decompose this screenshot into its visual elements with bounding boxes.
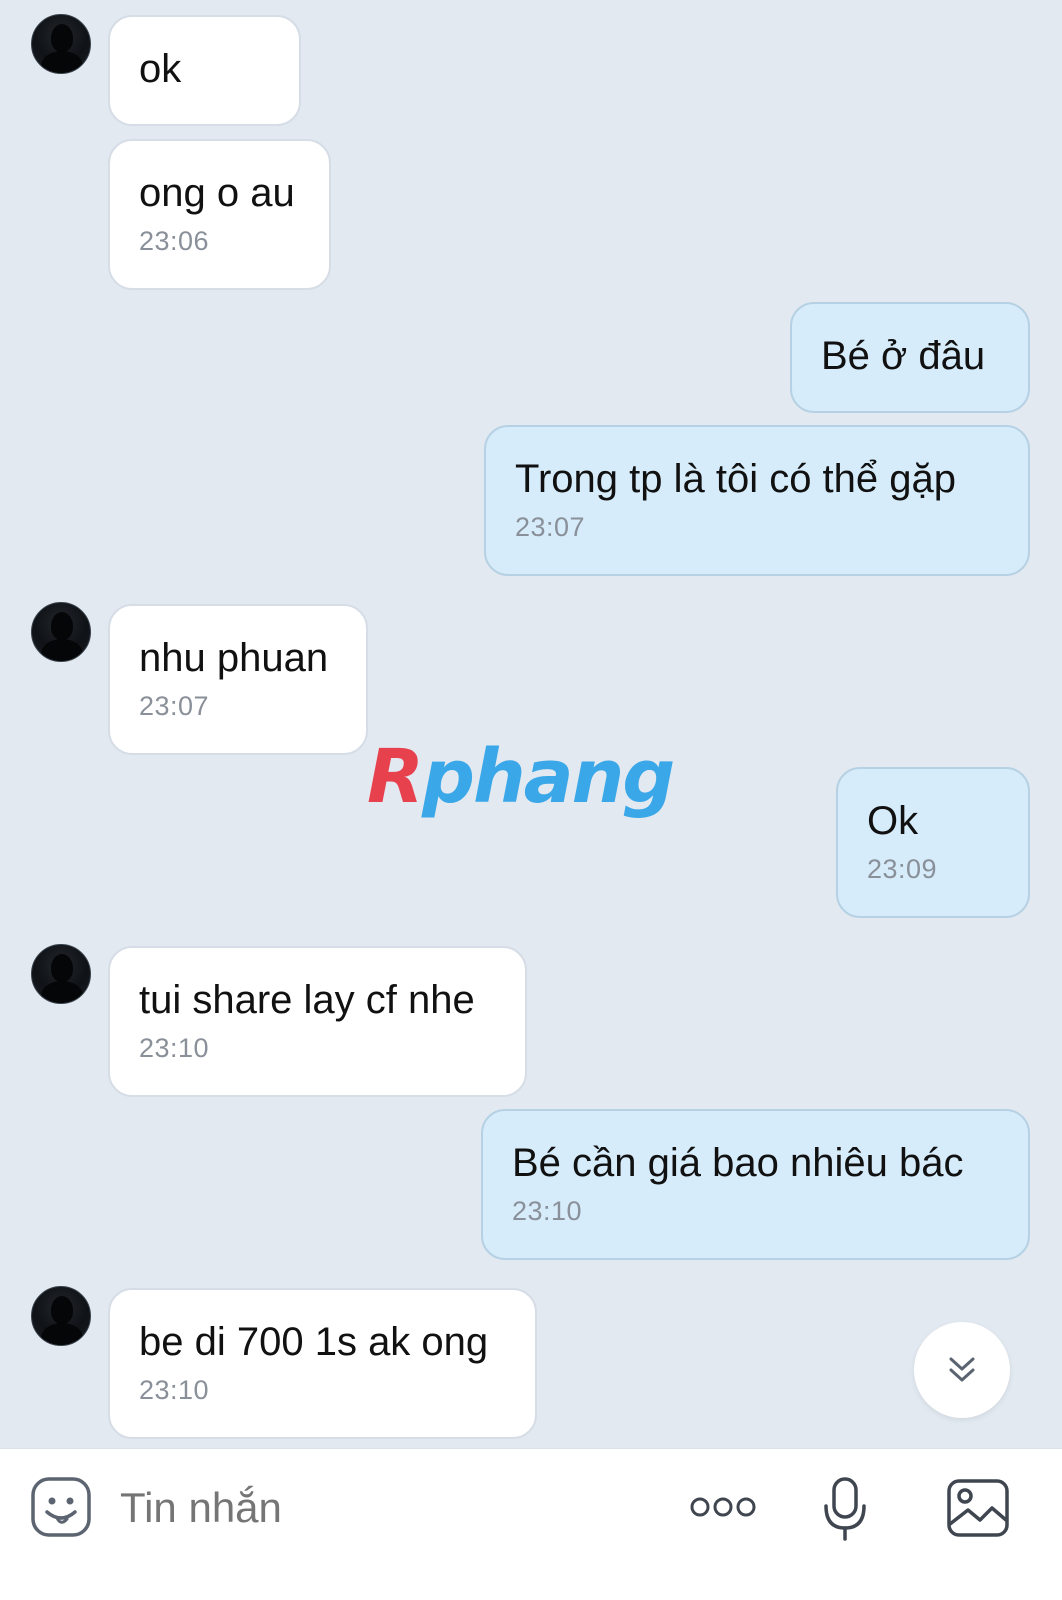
message-time: 23:10 <box>139 1375 210 1405</box>
microphone-icon <box>824 1477 866 1541</box>
watermark-part2: phang <box>421 734 675 820</box>
contact-avatar[interactable] <box>31 944 91 1004</box>
scroll-to-bottom-button[interactable] <box>914 1322 1010 1418</box>
message-time: 23:07 <box>139 691 210 721</box>
contact-avatar[interactable] <box>31 1286 91 1346</box>
voice-record-button[interactable] <box>822 1476 868 1547</box>
message-bubble-outgoing[interactable]: Bé ở đâu <box>790 302 1030 413</box>
message-bubble-outgoing[interactable]: Bé cần giá bao nhiêu bác 23:10 <box>481 1109 1030 1260</box>
message-bubble-incoming[interactable]: ong o au 23:06 <box>108 139 331 290</box>
message-text: be di 700 1s ak ong <box>139 1320 489 1364</box>
message-text: Ok <box>867 799 919 843</box>
message-time: 23:06 <box>139 226 210 256</box>
sticker-button[interactable] <box>30 1476 92 1543</box>
message-text: Bé ở đâu <box>821 334 986 378</box>
more-dots-icon <box>690 1497 756 1517</box>
chat-area[interactable]: ok ong o au 23:06 Bé ở đâu Trong tp là t… <box>0 0 1062 1478</box>
message-input[interactable] <box>120 1480 640 1536</box>
send-image-button[interactable] <box>946 1478 1010 1543</box>
message-text: nhu phuan <box>139 636 329 680</box>
message-bubble-outgoing[interactable]: Ok 23:09 <box>836 767 1030 918</box>
message-bubble-incoming[interactable]: nhu phuan 23:07 <box>108 604 368 755</box>
message-text: Bé cần giá bao nhiêu bác <box>512 1141 964 1185</box>
message-bubble-outgoing[interactable]: Trong tp là tôi có thể gặp 23:07 <box>484 425 1030 576</box>
message-text: tui share lay cf nhe <box>139 978 475 1022</box>
message-bubble-incoming[interactable]: be di 700 1s ak ong 23:10 <box>108 1288 537 1439</box>
image-icon <box>947 1479 1009 1537</box>
message-text: ong o au <box>139 171 295 215</box>
message-text: ok <box>139 47 182 91</box>
double-chevron-down-icon <box>949 1357 975 1382</box>
message-time: 23:07 <box>515 512 586 542</box>
message-bubble-incoming[interactable]: ok <box>108 15 301 126</box>
message-time: 23:09 <box>867 854 938 884</box>
contact-avatar[interactable] <box>31 602 91 662</box>
message-text: Trong tp là tôi có thể gặp <box>515 457 957 501</box>
sticker-icon <box>31 1477 91 1537</box>
contact-avatar[interactable] <box>31 14 91 74</box>
message-time: 23:10 <box>139 1033 210 1063</box>
watermark-part1: R <box>367 734 424 820</box>
more-button[interactable] <box>690 1492 756 1527</box>
watermark-logo: Rphang <box>367 740 675 814</box>
message-time: 23:10 <box>512 1196 583 1226</box>
message-bubble-incoming[interactable]: tui share lay cf nhe 23:10 <box>108 946 527 1097</box>
